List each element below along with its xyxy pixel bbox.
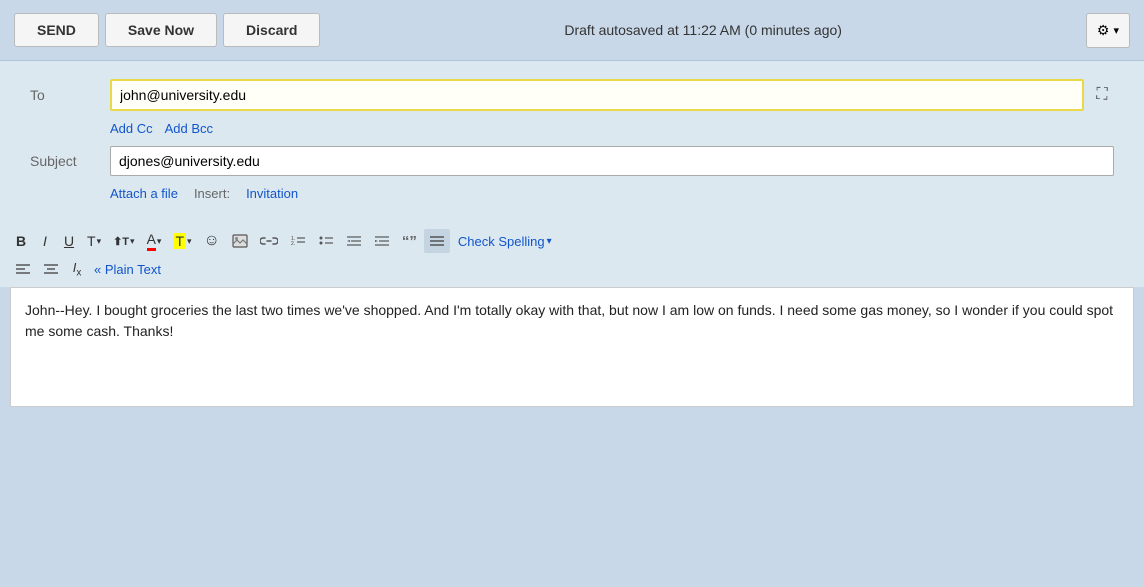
- align-left-button[interactable]: [10, 257, 36, 281]
- bold-button[interactable]: B: [10, 229, 32, 253]
- check-spelling-button[interactable]: Check Spelling ▾: [458, 234, 552, 249]
- save-now-button[interactable]: Save Now: [105, 13, 217, 47]
- text-color-button[interactable]: A ▾: [142, 229, 167, 253]
- to-field-row: To ⛶: [30, 79, 1114, 111]
- align-center-button[interactable]: [38, 257, 64, 281]
- add-cc-link[interactable]: Add Cc: [110, 121, 153, 136]
- font-size-label: ⬆T: [113, 235, 129, 248]
- remove-format-label: Ix: [73, 260, 82, 279]
- add-bcc-link[interactable]: Add Bcc: [165, 121, 213, 136]
- gear-icon: ⚙: [1097, 22, 1110, 39]
- font-size-dropdown-icon: ▾: [130, 236, 135, 247]
- send-button[interactable]: SEND: [14, 13, 99, 47]
- remove-format-button[interactable]: Ix: [66, 257, 88, 281]
- indent-more-button[interactable]: [369, 229, 395, 253]
- format-toolbar-row2: Ix « Plain Text: [0, 257, 1144, 287]
- attach-file-link[interactable]: Attach a file: [110, 186, 178, 201]
- message-text: John--Hey. I bought groceries the last t…: [25, 302, 1113, 339]
- settings-button[interactable]: ⚙ ▾: [1086, 13, 1130, 48]
- text-color-a: A: [147, 231, 156, 251]
- numbered-list-button[interactable]: 1. 2.: [285, 229, 311, 253]
- indent-less-button[interactable]: [341, 229, 367, 253]
- emoji-button[interactable]: ☺: [199, 229, 225, 253]
- insert-label: Insert:: [194, 186, 230, 201]
- discard-button[interactable]: Discard: [223, 13, 320, 47]
- compose-toolbar: SEND Save Now Discard Draft autosaved at…: [0, 0, 1144, 61]
- to-input[interactable]: [110, 79, 1084, 111]
- font-button[interactable]: T ▾: [82, 229, 106, 253]
- bullet-list-button[interactable]: [313, 229, 339, 253]
- plain-text-link[interactable]: « Plain Text: [94, 262, 161, 277]
- compose-area: To ⛶ Add Cc Add Bcc Subject Attach a fil…: [0, 61, 1144, 223]
- underline-button[interactable]: U: [58, 229, 80, 253]
- subject-field-row: Subject: [30, 146, 1114, 176]
- highlight-button[interactable]: T ▾: [168, 229, 196, 253]
- blockquote-button[interactable]: “”: [397, 229, 422, 253]
- italic-button[interactable]: I: [34, 229, 56, 253]
- font-t-label: T: [87, 233, 96, 249]
- subject-label: Subject: [30, 153, 110, 169]
- highlight-t: T: [173, 233, 186, 249]
- align-button[interactable]: [424, 229, 450, 253]
- cc-bcc-row: Add Cc Add Bcc: [110, 121, 1114, 136]
- subject-input[interactable]: [110, 146, 1114, 176]
- text-color-dropdown: ▾: [157, 236, 162, 247]
- attach-insert-row: Attach a file Insert: Invitation: [110, 186, 1114, 201]
- svg-text:2.: 2.: [291, 241, 295, 247]
- expand-recipients-icon[interactable]: ⛶: [1090, 83, 1114, 107]
- link-button[interactable]: [255, 229, 283, 253]
- font-dropdown-icon: ▾: [97, 236, 102, 247]
- check-spelling-label: Check Spelling: [458, 234, 545, 249]
- highlight-dropdown: ▾: [187, 236, 192, 247]
- image-button[interactable]: [227, 229, 253, 253]
- dropdown-arrow-icon: ▾: [1113, 24, 1119, 37]
- font-size-button[interactable]: ⬆T ▾: [108, 229, 139, 253]
- draft-status: Draft autosaved at 11:22 AM (0 minutes a…: [326, 22, 1080, 38]
- invitation-link[interactable]: Invitation: [246, 186, 298, 201]
- check-spelling-dropdown: ▾: [547, 236, 552, 247]
- message-body[interactable]: John--Hey. I bought groceries the last t…: [10, 287, 1134, 407]
- to-label: To: [30, 87, 110, 103]
- format-toolbar: B I U T ▾ ⬆T ▾ A ▾ T ▾ ☺ 1. 2.: [0, 223, 1144, 257]
